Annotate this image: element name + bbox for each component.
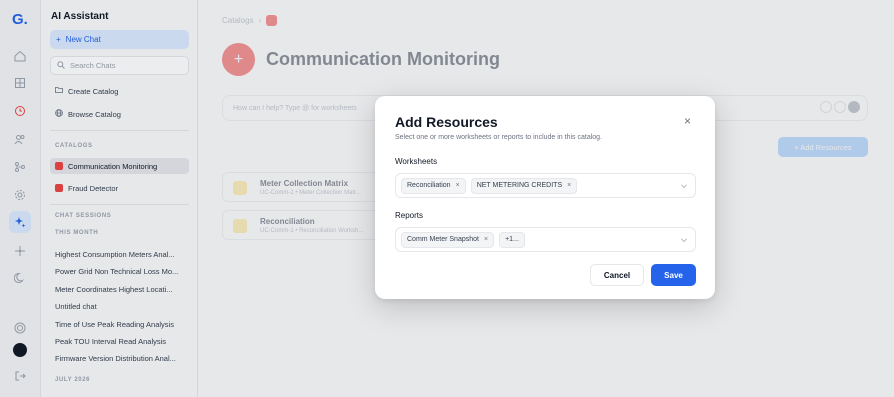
chip-label: Comm Meter Snapshot — [407, 236, 479, 243]
dialog-subtitle: Select one or more worksheets or reports… — [395, 134, 602, 141]
cancel-button[interactable]: Cancel — [590, 264, 644, 286]
close-icon[interactable]: × — [684, 114, 691, 128]
reports-label: Reports — [395, 211, 424, 220]
worksheet-chip: NET METERING CREDITS × — [470, 177, 578, 194]
remove-chip-icon[interactable]: × — [456, 182, 460, 189]
chevron-down-icon[interactable] — [681, 236, 687, 242]
reports-multiselect[interactable]: Comm Meter Snapshot × +1... — [395, 227, 696, 252]
save-button[interactable]: Save — [651, 264, 696, 286]
chevron-down-icon[interactable] — [681, 182, 687, 188]
chip-label: +1... — [505, 236, 519, 243]
chip-label: NET METERING CREDITS — [476, 182, 563, 189]
worksheets-multiselect[interactable]: Reconciliation × NET METERING CREDITS × — [395, 173, 696, 198]
report-chip: Comm Meter Snapshot × — [401, 231, 495, 248]
worksheet-chip: Reconciliation × — [401, 177, 466, 194]
chip-label: Reconciliation — [407, 182, 451, 189]
remove-chip-icon[interactable]: × — [567, 182, 571, 189]
add-resources-dialog: Add Resources Select one or more workshe… — [375, 96, 715, 299]
more-reports-chip[interactable]: +1... — [499, 231, 525, 248]
dialog-title: Add Resources — [395, 114, 498, 130]
worksheets-label: Worksheets — [395, 157, 438, 166]
remove-chip-icon[interactable]: × — [484, 236, 488, 243]
